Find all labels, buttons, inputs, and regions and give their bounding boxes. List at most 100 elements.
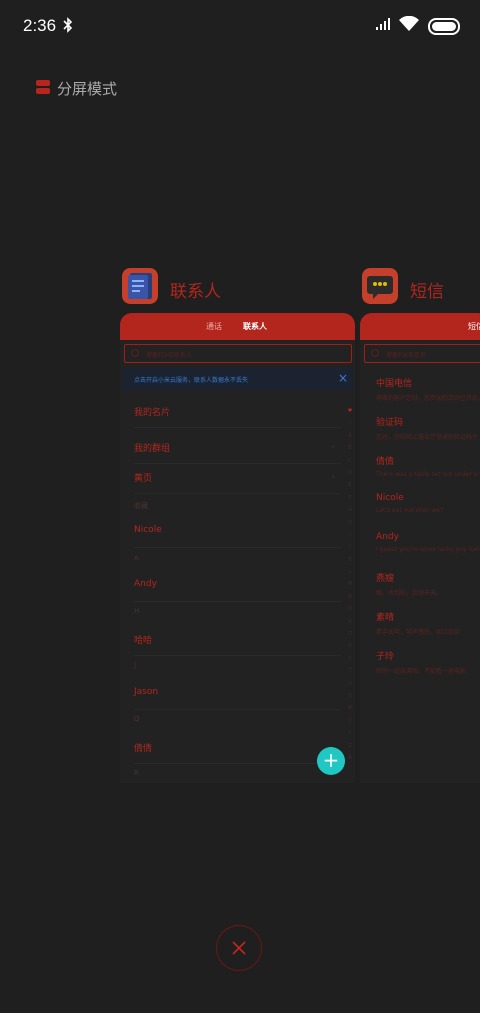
message-sender: 素晴 — [376, 613, 395, 623]
message-sender: 中国电信 — [376, 379, 413, 389]
index-letter[interactable]: V — [346, 690, 354, 702]
close-split-button[interactable] — [216, 925, 262, 971]
sms-app-name: 短信 — [410, 282, 444, 302]
bluetooth-icon — [63, 17, 73, 33]
signal-icon — [376, 18, 390, 30]
status-time: 2:36 — [23, 16, 57, 35]
add-contact-button[interactable]: + — [317, 747, 345, 775]
index-letter[interactable]: H — [346, 517, 354, 529]
sms-search-placeholder: 搜索约8条信息 — [386, 352, 426, 359]
alphabet-index[interactable]: ♥ ☆ A B C D E F G H I J K L M N O P Q R S T U V W X Y Z # — [346, 405, 354, 764]
message-sender: 倩倩 — [376, 457, 395, 467]
contacts-app-name: 联系人 — [170, 282, 221, 302]
message-preview: I guess you're some lucky guy Sam — [376, 546, 480, 553]
message-thread[interactable]: 子玲 和你一起玩游戏，不如看一场电影 — [376, 649, 466, 675]
message-preview: 哦，收到啦，我明天去。 — [376, 590, 443, 597]
message-preview: 和你一起玩游戏，不如看一场电影 — [376, 668, 467, 675]
index-letter[interactable]: # — [346, 752, 354, 764]
message-preview: 素手抚琴，琴声悠扬，如泣如诉 — [376, 629, 461, 636]
index-letter[interactable]: L — [346, 566, 354, 578]
message-thread[interactable]: 中国电信尊敬的客户您好，您参加的活动已开始，请您注意 — [376, 376, 480, 402]
index-letter[interactable]: S — [346, 653, 354, 665]
sms-search-input[interactable]: 搜索约8条信息 — [364, 344, 480, 363]
list-divider — [134, 709, 341, 710]
message-thread[interactable]: 素晴素手抚琴，琴声悠扬，如泣如诉 — [376, 610, 460, 636]
section-header: A — [134, 554, 139, 562]
contact-list-item[interactable]: Andy — [134, 579, 157, 589]
sms-app-header[interactable]: 短信 — [362, 268, 480, 304]
chevron-right-icon: › — [331, 442, 335, 451]
index-letter[interactable]: T — [346, 665, 354, 677]
tab-calls[interactable]: 通话 — [206, 321, 222, 332]
list-divider — [134, 547, 341, 548]
cloud-banner[interactable]: 点击开启小米云服务，联系人数据永不丢失 × — [123, 368, 353, 390]
index-letter[interactable]: K — [346, 554, 354, 566]
message-sender: 燕嫂 — [376, 574, 395, 584]
contacts-card[interactable]: 通话 联系人 搜索约3位联系人 点击开启小米云服务，联系人数据永不丢失 × 我的… — [120, 313, 355, 783]
list-divider — [134, 463, 341, 464]
index-letter[interactable]: ♥ — [346, 405, 354, 417]
wifi-icon — [399, 16, 419, 31]
contact-list-item[interactable]: 我的群组 — [134, 441, 170, 454]
index-letter[interactable]: E — [346, 479, 354, 491]
index-letter[interactable]: P — [346, 616, 354, 628]
index-letter[interactable]: J — [346, 541, 354, 553]
sms-titlebar: 短信 — [360, 313, 480, 340]
close-icon[interactable]: × — [338, 371, 348, 385]
contacts-app-icon — [122, 268, 158, 304]
message-thread[interactable]: 倩倩 There was a table set out under a tree — [376, 454, 480, 478]
index-letter[interactable]: N — [346, 591, 354, 603]
contacts-search-input[interactable]: 搜索约3位联系人 — [124, 344, 352, 363]
message-thread[interactable]: 验证码您好，您的网上营业厅登录的验证码为 — [376, 415, 478, 441]
contact-list-item[interactable]: 我的名片 — [134, 405, 170, 418]
message-preview: 您好，您的网上营业厅登录的验证码为 — [376, 434, 479, 441]
message-thread[interactable]: Nicole Let's eat out shall we? — [376, 493, 443, 514]
split-screen-label: 分屏模式 — [57, 80, 118, 98]
sms-title: 短信 — [468, 322, 480, 331]
index-letter[interactable]: D — [346, 467, 354, 479]
split-screen-icon — [36, 80, 50, 94]
index-letter[interactable]: X — [346, 715, 354, 727]
index-letter[interactable]: I — [346, 529, 354, 541]
message-preview: 尊敬的客户您好，您参加的活动已开始，请您注意 — [376, 395, 480, 402]
index-letter[interactable]: Q — [346, 628, 354, 640]
message-sender: 验证码 — [376, 418, 404, 428]
message-preview: Let's eat out shall we? — [376, 507, 443, 514]
section-header: J — [134, 661, 137, 669]
index-letter[interactable]: M — [346, 578, 354, 590]
list-divider — [134, 601, 341, 602]
sms-card[interactable]: 短信 搜索约8条信息 中国电信尊敬的客户您好，您参加的活动已开始，请您注意验证码… — [360, 313, 480, 783]
index-letter[interactable]: W — [346, 702, 354, 714]
index-letter[interactable]: B — [346, 442, 354, 454]
cloud-banner-text: 点击开启小米云服务，联系人数据永不丢失 — [134, 377, 249, 384]
message-thread[interactable]: 燕嫂哦，收到啦，我明天去。 — [376, 571, 442, 597]
index-letter[interactable]: A — [346, 430, 354, 442]
section-header: 收藏 — [134, 502, 148, 510]
battery-icon — [428, 18, 460, 35]
section-header: R — [134, 769, 139, 777]
chevron-right-icon: › — [331, 472, 335, 481]
contacts-app-header[interactable]: 联系人 — [122, 268, 242, 304]
index-letter[interactable]: G — [346, 504, 354, 516]
list-divider — [134, 493, 341, 494]
contact-list-item[interactable]: Nicole — [134, 525, 162, 535]
index-letter[interactable]: C — [346, 455, 354, 467]
tab-contacts[interactable]: 联系人 — [243, 321, 267, 332]
index-letter[interactable]: R — [346, 640, 354, 652]
contacts-search-placeholder: 搜索约3位联系人 — [146, 352, 192, 359]
index-letter[interactable]: F — [346, 492, 354, 504]
contact-list-item[interactable]: 哈哈 — [134, 633, 152, 646]
contact-list-item[interactable]: Jason — [134, 687, 158, 697]
contact-list-item[interactable]: 倩倩 — [134, 741, 152, 754]
index-letter[interactable]: Z — [346, 740, 354, 752]
message-preview: There was a table set out under a tree — [376, 471, 480, 478]
index-letter[interactable]: ☆ — [346, 417, 354, 429]
message-sender: Andy — [376, 532, 399, 542]
message-sender: Nicole — [376, 493, 404, 503]
index-letter[interactable]: O — [346, 603, 354, 615]
search-icon — [371, 349, 379, 357]
message-thread[interactable]: Andy I guess you're some lucky guy Sam — [376, 532, 480, 553]
contact-list-item[interactable]: 黄页 — [134, 471, 152, 484]
index-letter[interactable]: Y — [346, 727, 354, 739]
index-letter[interactable]: U — [346, 678, 354, 690]
